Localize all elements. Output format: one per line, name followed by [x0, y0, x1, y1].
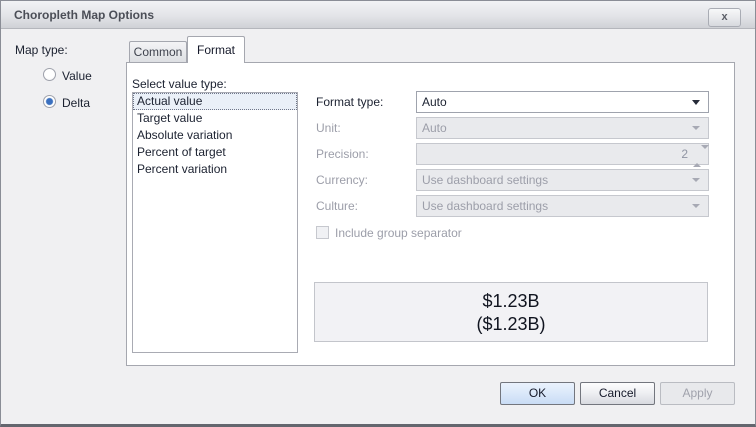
list-item[interactable]: Percent of target [133, 144, 297, 161]
preview-line-1: $1.23B [315, 290, 707, 313]
apply-button[interactable]: Apply [660, 382, 735, 405]
ok-button[interactable]: OK [500, 382, 575, 405]
spinner-arrows-icon [693, 146, 703, 166]
title-bar: Choropleth Map Options [1, 1, 755, 29]
precision-spinner: 2 [416, 143, 709, 165]
map-type-label: Map type: [15, 43, 68, 57]
dialog-title: Choropleth Map Options [14, 8, 154, 22]
culture-value: Use dashboard settings [422, 199, 548, 213]
include-group-separator-checkbox [316, 226, 329, 239]
tab-format[interactable]: Format [187, 36, 245, 63]
culture-label: Culture: [316, 199, 358, 213]
cancel-button[interactable]: Cancel [580, 382, 655, 405]
list-item[interactable]: Percent variation [133, 161, 297, 178]
currency-value: Use dashboard settings [422, 173, 548, 187]
close-icon: x [721, 11, 727, 23]
close-button[interactable]: x [708, 8, 741, 27]
tab-common-label: Common [134, 45, 183, 59]
unit-combobox: Auto [416, 117, 709, 139]
radio-value-label[interactable]: Value [62, 69, 92, 83]
precision-value: 2 [681, 144, 688, 164]
culture-combobox: Use dashboard settings [416, 195, 709, 217]
chevron-down-icon [692, 126, 700, 130]
radio-delta-label[interactable]: Delta [62, 96, 90, 110]
chevron-down-icon [692, 204, 700, 208]
format-type-label: Format type: [316, 95, 383, 109]
format-type-value: Auto [422, 95, 447, 109]
tab-common[interactable]: Common [129, 41, 187, 62]
format-preview-panel: $1.23B ($1.23B) [314, 282, 708, 342]
select-value-type-label: Select value type: [132, 77, 227, 91]
unit-label: Unit: [316, 121, 341, 135]
unit-value: Auto [422, 121, 447, 135]
radio-delta[interactable] [43, 95, 56, 108]
chevron-down-icon[interactable] [692, 100, 700, 105]
preview-line-2: ($1.23B) [315, 313, 707, 336]
list-item[interactable]: Actual value [133, 93, 297, 110]
value-type-listbox[interactable]: Actual value Target value Absolute varia… [132, 92, 298, 353]
format-type-combobox[interactable]: Auto [416, 91, 709, 113]
list-item[interactable]: Target value [133, 110, 297, 127]
chevron-down-icon [692, 178, 700, 182]
currency-label: Currency: [316, 173, 368, 187]
choropleth-map-options-dialog: Choropleth Map Options x Map type: Value… [0, 0, 756, 427]
list-item[interactable]: Absolute variation [133, 127, 297, 144]
currency-combobox: Use dashboard settings [416, 169, 709, 191]
precision-label: Precision: [316, 147, 369, 161]
include-group-separator-label: Include group separator [335, 226, 462, 240]
radio-value[interactable] [43, 68, 56, 81]
tab-format-label: Format [197, 43, 235, 57]
